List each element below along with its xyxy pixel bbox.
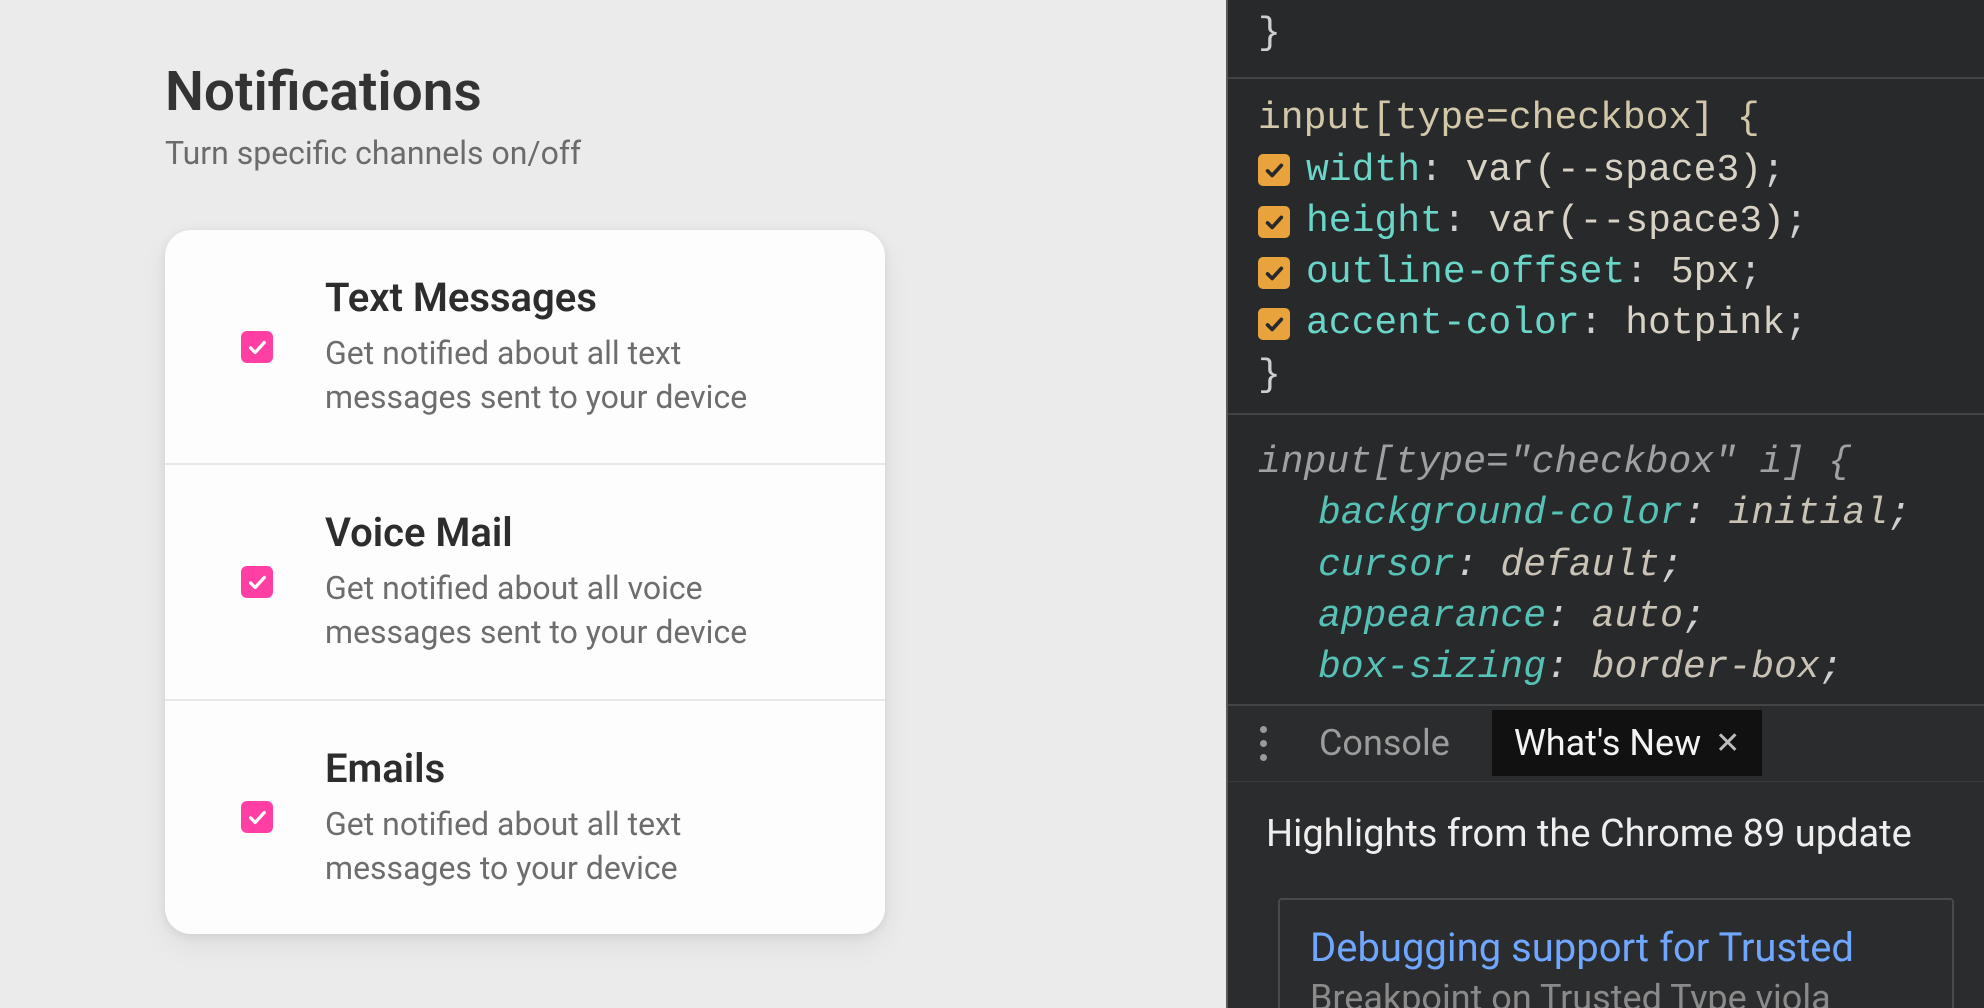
styles-pane[interactable]: } input[type=checkbox] { width: var(--sp…	[1228, 0, 1984, 704]
kebab-menu-icon[interactable]	[1250, 716, 1277, 771]
close-icon[interactable]: ✕	[1715, 726, 1740, 761]
channel-emails: Emails Get notified about all text messa…	[165, 701, 885, 934]
css-val: border-box	[1592, 642, 1820, 693]
devtools-drawer: Console What's New ✕ Highlights from the…	[1228, 704, 1984, 1008]
checkbox-emails[interactable]	[241, 801, 273, 833]
css-rule-ua-checkbox: input[type="checkbox" i] { background-co…	[1228, 415, 1984, 703]
page-preview: Notifications Turn specific channels on/…	[0, 0, 1226, 1008]
css-val: default	[1500, 540, 1660, 591]
channel-title: Voice Mail	[325, 509, 825, 556]
css-prop: height	[1306, 196, 1443, 247]
property-toggle[interactable]	[1258, 154, 1290, 186]
selector: input[type=checkbox] {	[1258, 93, 1760, 144]
whats-new-heading: Highlights from the Chrome 89 update	[1266, 812, 1954, 856]
property-toggle[interactable]	[1258, 206, 1290, 238]
tab-label: What's New	[1514, 722, 1701, 764]
css-val: var(--space3)	[1466, 145, 1762, 196]
css-val: var(--space3)	[1488, 196, 1784, 247]
css-prop: outline-offset	[1306, 247, 1625, 298]
checkbox-text-messages[interactable]	[241, 331, 273, 363]
tab-console[interactable]: Console	[1297, 710, 1472, 776]
channel-title: Text Messages	[325, 274, 825, 321]
news-subtitle: Breakpoint on Trusted Type viola	[1310, 977, 1922, 1008]
css-val: hotpink	[1625, 298, 1785, 349]
css-prop: box-sizing	[1318, 642, 1546, 693]
drawer-tabstrip: Console What's New ✕	[1228, 706, 1984, 782]
selector: input[type="checkbox" i] {	[1258, 437, 1851, 488]
css-decl-width[interactable]: width: var(--space3);	[1258, 145, 1954, 196]
css-decl-height[interactable]: height: var(--space3);	[1258, 196, 1954, 247]
property-toggle[interactable]	[1258, 308, 1290, 340]
channel-desc: Get notified about all voice messages se…	[325, 566, 825, 654]
css-decl-outline-offset[interactable]: outline-offset: 5px;	[1258, 247, 1954, 298]
notifications-card: Text Messages Get notified about all tex…	[165, 230, 885, 934]
checkbox-voice-mail[interactable]	[241, 566, 273, 598]
brace-close: }	[1258, 8, 1281, 59]
css-rule-prev-tail: }	[1228, 0, 1984, 79]
channel-body: Emails Get notified about all text messa…	[325, 745, 825, 890]
channel-text-messages: Text Messages Get notified about all tex…	[165, 230, 885, 465]
css-val: 5px	[1671, 247, 1739, 298]
tab-whats-new[interactable]: What's New ✕	[1492, 710, 1763, 776]
page-subtitle: Turn specific channels on/off	[165, 134, 1226, 172]
property-toggle[interactable]	[1258, 257, 1290, 289]
css-rule-checkbox[interactable]: input[type=checkbox] { width: var(--spac…	[1228, 79, 1984, 415]
brace-close: }	[1258, 350, 1281, 401]
css-val: auto	[1592, 591, 1683, 642]
css-prop: appearance	[1318, 591, 1546, 642]
news-card[interactable]: Debugging support for Trusted Breakpoint…	[1278, 898, 1954, 1008]
page-title: Notifications	[165, 60, 1226, 124]
devtools-panel: } input[type=checkbox] { width: var(--sp…	[1226, 0, 1984, 1008]
channel-body: Voice Mail Get notified about all voice …	[325, 509, 825, 654]
channel-title: Emails	[325, 745, 825, 792]
css-val: initial	[1728, 488, 1888, 539]
css-prop: background-color	[1318, 488, 1683, 539]
css-prop: cursor	[1318, 540, 1455, 591]
checkmark-icon	[246, 336, 268, 358]
css-prop: width	[1306, 145, 1420, 196]
css-decl-accent-color[interactable]: accent-color: hotpink;	[1258, 298, 1954, 349]
news-link-title[interactable]: Debugging support for Trusted	[1310, 924, 1922, 971]
checkmark-icon	[246, 571, 268, 593]
css-prop: accent-color	[1306, 298, 1580, 349]
channel-desc: Get notified about all text messages to …	[325, 802, 825, 890]
channel-body: Text Messages Get notified about all tex…	[325, 274, 825, 419]
drawer-body: Highlights from the Chrome 89 update Deb…	[1228, 782, 1984, 1008]
checkmark-icon	[246, 806, 268, 828]
channel-desc: Get notified about all text messages sen…	[325, 331, 825, 419]
channel-voice-mail: Voice Mail Get notified about all voice …	[165, 465, 885, 700]
